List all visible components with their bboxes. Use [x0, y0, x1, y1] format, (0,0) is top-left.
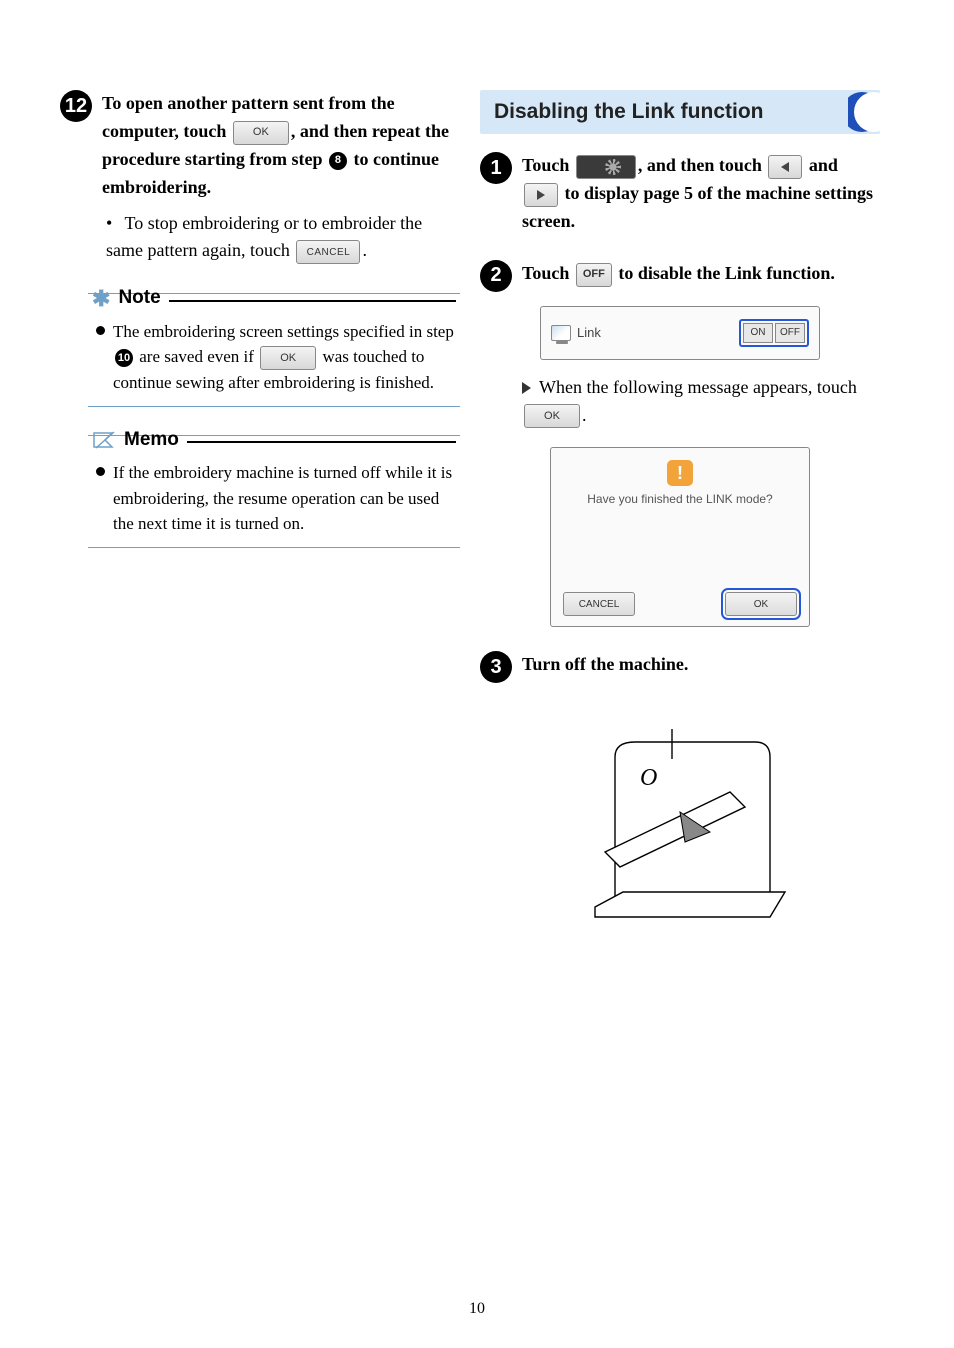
- step-2-result-a: When the following message appears, touc…: [539, 377, 857, 397]
- step-badge-12: 12: [60, 90, 92, 122]
- link-label-text: Link: [577, 325, 601, 340]
- step-2-result: When the following message appears, touc…: [522, 374, 880, 430]
- settings-button-icon: [576, 155, 636, 179]
- step-badge-2: 2: [480, 260, 512, 292]
- off-button-icon: OFF: [576, 263, 612, 287]
- triangle-right-icon: [537, 190, 545, 200]
- step-badge-3: 3: [480, 651, 512, 683]
- toggle-on: ON: [743, 323, 773, 343]
- memo-text: If the embroidery machine is turned off …: [113, 460, 456, 537]
- step-12: 12 To open another pattern sent from the…: [60, 90, 460, 202]
- gear-icon: [605, 159, 621, 175]
- ok-button-icon: OK: [524, 404, 580, 428]
- step-12-bullet-a: To stop embroidering or to embroider the…: [106, 213, 422, 261]
- note-title: Note: [118, 284, 160, 313]
- note-box: ✱ Note The embroidering screen settings …: [88, 293, 460, 407]
- ok-button-icon: OK: [260, 346, 316, 370]
- memo-rule: [187, 441, 456, 443]
- ref-badge-8: 8: [329, 152, 347, 170]
- triangle-left-icon: [781, 162, 789, 172]
- memo-title: Memo: [124, 426, 179, 455]
- nav-prev-icon: [768, 155, 802, 179]
- bullet-dot: [96, 326, 105, 335]
- step-2-body: Touch OFF to disable the Link function.: [522, 260, 880, 288]
- memo-head: Memo: [92, 426, 456, 455]
- link-setting-panel: Link ON OFF: [540, 306, 820, 360]
- nav-next-icon: [524, 183, 558, 207]
- cancel-button-icon: CANCEL: [296, 240, 360, 264]
- machine-illustration: O: [480, 717, 880, 927]
- step-2-text-a: Touch: [522, 263, 569, 283]
- memo-icon: [92, 430, 116, 450]
- step-1-text-b: , and then touch: [638, 155, 762, 175]
- note-body-a: The embroidering screen settings specifi…: [113, 322, 454, 341]
- dialog-ok-button: OK: [725, 592, 797, 616]
- step-1: 1 Touch , and then touch and to display …: [480, 152, 880, 236]
- dialog-message: Have you finished the LINK mode?: [563, 492, 797, 582]
- step-2: 2 Touch OFF to disable the Link function…: [480, 260, 880, 292]
- bullet-dot: [96, 467, 105, 476]
- memo-box: Memo If the embroidery machine is turned…: [88, 435, 460, 548]
- step-2-text-b: to disable the Link function.: [618, 263, 835, 283]
- result-arrow-icon: [522, 382, 531, 394]
- note-body-b: are saved even if: [139, 347, 254, 366]
- step-12-body: To open another pattern sent from the co…: [102, 90, 460, 202]
- page-content: 12 To open another pattern sent from the…: [0, 0, 954, 957]
- note-body: The embroidering screen settings specifi…: [92, 319, 456, 396]
- switch-label: O: [640, 765, 657, 791]
- step-1-body: Touch , and then touch and to display pa…: [522, 152, 880, 236]
- toggle-off: OFF: [775, 323, 805, 343]
- note-rule: [169, 300, 456, 302]
- step-3-body: Turn off the machine.: [522, 651, 880, 679]
- section-head: Disabling the Link function: [480, 90, 880, 134]
- ref-badge-10: 10: [115, 349, 133, 367]
- pc-icon: [551, 325, 571, 341]
- ok-button-icon: OK: [233, 121, 289, 145]
- right-column: Disabling the Link function 1 Touch , an…: [480, 90, 880, 927]
- dialog-buttons: CANCEL OK: [563, 592, 797, 616]
- step-12-bullet: To stop embroidering or to embroider the…: [106, 210, 460, 266]
- note-icon: ✱: [92, 288, 110, 310]
- section-cap-icon: [848, 90, 886, 134]
- step-12-bullet-b: .: [362, 240, 367, 260]
- confirm-dialog: ! Have you finished the LINK mode? CANCE…: [550, 447, 810, 627]
- note-text: The embroidering screen settings specifi…: [113, 319, 456, 396]
- step-2-result-b: .: [582, 405, 587, 425]
- page-number: 10: [0, 1300, 954, 1318]
- note-head: ✱ Note: [92, 284, 456, 313]
- step-1-text-a: Touch: [522, 155, 569, 175]
- step-1-text-c: and: [809, 155, 838, 175]
- step-3: 3 Turn off the machine.: [480, 651, 880, 683]
- left-column: 12 To open another pattern sent from the…: [60, 90, 460, 927]
- step-1-text-d: to display page 5 of the machine setting…: [522, 183, 873, 231]
- link-label: Link: [551, 325, 601, 341]
- section-title: Disabling the Link function: [494, 100, 764, 124]
- warning-icon: !: [667, 460, 693, 486]
- on-off-toggle: ON OFF: [739, 319, 809, 347]
- dialog-cancel-button: CANCEL: [563, 592, 635, 616]
- step-badge-1: 1: [480, 152, 512, 184]
- memo-body: If the embroidery machine is turned off …: [92, 460, 456, 537]
